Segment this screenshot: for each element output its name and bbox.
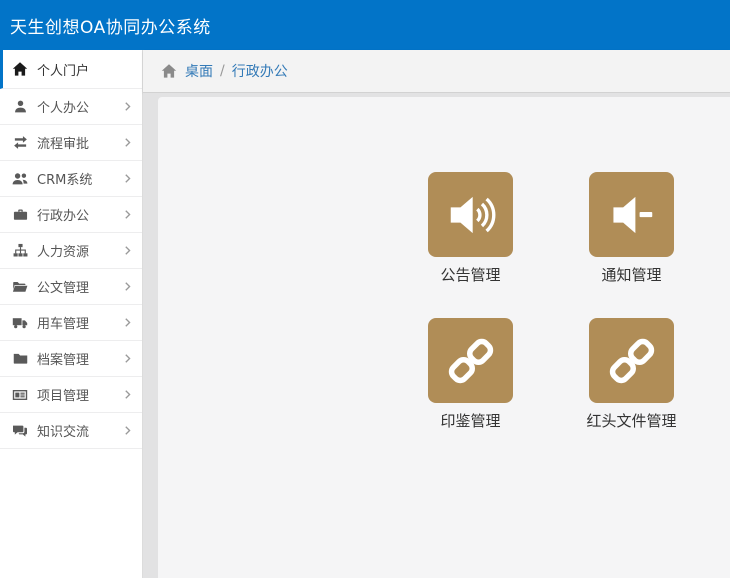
- chain-icon: [444, 334, 498, 388]
- chevron-right-icon: [122, 281, 134, 293]
- breadcrumb-link-1[interactable]: 行政办公: [232, 61, 288, 81]
- sidebar-item-1[interactable]: 个人办公: [0, 89, 142, 125]
- chevron-right-icon: [122, 389, 134, 401]
- sidebar-item-9[interactable]: 项目管理: [0, 377, 142, 413]
- chevron-right-icon: [122, 353, 134, 365]
- sidebar-item-label: 用车管理: [37, 317, 90, 332]
- folder-open-icon: [12, 279, 28, 295]
- app-tile-3[interactable]: 红头文件管理: [586, 318, 677, 430]
- sidebar-item-label: 个人办公: [37, 101, 90, 116]
- breadcrumb-link-0[interactable]: 桌面: [185, 61, 213, 81]
- retweet-icon: [12, 135, 28, 151]
- newspaper-icon: [12, 387, 28, 403]
- app-tile-1[interactable]: 通知管理: [589, 172, 674, 284]
- breadcrumb: 桌面 / 行政办公: [143, 50, 730, 93]
- chevron-right-icon: [122, 101, 134, 113]
- app-tile-square: [589, 172, 674, 257]
- chevron-right-icon: [122, 317, 134, 329]
- volume-up-icon: [444, 188, 498, 242]
- chevron-right-icon: [122, 137, 134, 149]
- sidebar-item-label: 人力资源: [37, 245, 90, 260]
- user-icon: [12, 99, 28, 115]
- app-tile-label: 通知管理: [601, 266, 662, 284]
- chevron-right-icon: [122, 425, 134, 437]
- app-tile-square: [428, 318, 513, 403]
- home-icon: [12, 61, 28, 77]
- sidebar-item-4[interactable]: 行政办公: [0, 197, 142, 233]
- truck-icon: [12, 315, 28, 331]
- app-tile-square: [589, 318, 674, 403]
- sidebar-item-label: 个人门户: [37, 63, 90, 79]
- sitemap-icon: [12, 243, 28, 259]
- briefcase-icon: [12, 207, 28, 223]
- sidebar-item-0[interactable]: 个人门户: [0, 50, 142, 89]
- app-tile-label: 公告管理: [440, 266, 501, 284]
- content-area: 公告管理 通知管理 印鉴管理 红头文件管理: [143, 93, 730, 578]
- sidebar-item-2[interactable]: 流程审批: [0, 125, 142, 161]
- sidebar-item-label: 项目管理: [37, 389, 90, 404]
- app-title: 天生创想OA协同办公系统: [10, 17, 211, 38]
- app-tile-label: 印鉴管理: [440, 412, 501, 430]
- sidebar-item-label: 档案管理: [37, 353, 90, 368]
- folder-icon: [12, 351, 28, 367]
- app-tile-0[interactable]: 公告管理: [428, 172, 513, 284]
- app-tile-label: 红头文件管理: [586, 412, 677, 430]
- app-tile-2[interactable]: 印鉴管理: [428, 318, 513, 430]
- volume-minus-icon: [605, 188, 659, 242]
- chain-icon: [605, 334, 659, 388]
- breadcrumb-separator: /: [220, 63, 225, 79]
- chevron-right-icon: [122, 209, 134, 221]
- sidebar-item-label: 知识交流: [37, 425, 90, 440]
- sidebar-item-8[interactable]: 档案管理: [0, 341, 142, 377]
- app-header: 天生创想OA协同办公系统: [0, 0, 730, 50]
- sidebar-item-7[interactable]: 用车管理: [0, 305, 142, 341]
- sidebar-item-label: CRM系统: [37, 173, 93, 188]
- sidebar-item-3[interactable]: CRM系统: [0, 161, 142, 197]
- sidebar-item-10[interactable]: 知识交流: [0, 413, 142, 449]
- sidebar-item-label: 行政办公: [37, 209, 90, 224]
- sidebar-item-5[interactable]: 人力资源: [0, 233, 142, 269]
- content-panel: 公告管理 通知管理 印鉴管理 红头文件管理: [158, 97, 730, 578]
- sidebar-item-label: 公文管理: [37, 281, 90, 296]
- comments-icon: [12, 423, 28, 439]
- sidebar-item-label: 流程审批: [37, 137, 90, 152]
- sidebar: 个人门户 个人办公 流程审批 CRM系统 行政办公 人力资源 公文管理 用车管理: [0, 50, 143, 578]
- sidebar-item-6[interactable]: 公文管理: [0, 269, 142, 305]
- app-tile-square: [428, 172, 513, 257]
- chevron-right-icon: [122, 173, 134, 185]
- users-icon: [12, 171, 28, 187]
- chevron-right-icon: [122, 245, 134, 257]
- home-icon: [161, 63, 178, 80]
